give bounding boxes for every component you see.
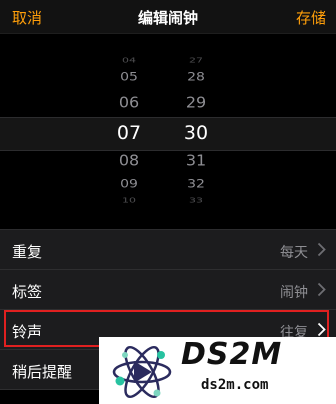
hour-option-selected[interactable]: 07: [99, 122, 159, 144]
minute-option[interactable]: 32: [166, 177, 226, 191]
hour-option[interactable]: 06: [99, 93, 159, 111]
minute-option[interactable]: 33: [166, 197, 226, 205]
setting-label: 重复: [12, 243, 43, 261]
setting-label: 铃声: [12, 323, 43, 341]
atom-logo-icon: [112, 345, 172, 399]
save-button[interactable]: 存储: [296, 7, 326, 28]
hour-option[interactable]: 10: [99, 197, 159, 205]
hour-wheel[interactable]: 04 05 06 07 08 09 10: [99, 34, 159, 216]
setting-label: 稍后提醒: [12, 363, 73, 381]
setting-value: 闹钟: [280, 285, 308, 301]
minute-option-selected[interactable]: 30: [166, 122, 226, 144]
navigation-bar: 取消 编辑闹钟 存储: [0, 0, 336, 34]
watermark-domain: ds2m.com: [201, 377, 269, 393]
hour-option[interactable]: 05: [99, 70, 159, 84]
hour-option[interactable]: 08: [99, 151, 159, 169]
minute-option[interactable]: 27: [166, 57, 226, 65]
time-picker[interactable]: 04 05 06 07 08 09 10 27 28 29 30 31 32 3…: [0, 34, 336, 216]
hour-option[interactable]: 04: [99, 57, 159, 65]
minute-wheel[interactable]: 27 28 29 30 31 32 33: [166, 34, 226, 216]
setting-row-repeat[interactable]: 重复 每天: [0, 230, 336, 270]
hour-option[interactable]: 09: [99, 177, 159, 191]
setting-row-label[interactable]: 标签 闹钟: [0, 270, 336, 310]
chevron-right-icon: [317, 282, 326, 297]
chevron-right-icon: [317, 322, 326, 337]
watermark: DS2M ds2m.com: [99, 337, 336, 404]
page-title: 编辑闹钟: [137, 9, 198, 27]
minute-option[interactable]: 31: [166, 151, 226, 169]
setting-value: 每天: [280, 245, 308, 261]
chevron-right-icon: [317, 242, 326, 257]
setting-label: 标签: [12, 283, 43, 301]
minute-option[interactable]: 29: [166, 93, 226, 111]
watermark-brand: DS2M: [181, 337, 283, 372]
minute-option[interactable]: 28: [166, 70, 226, 84]
